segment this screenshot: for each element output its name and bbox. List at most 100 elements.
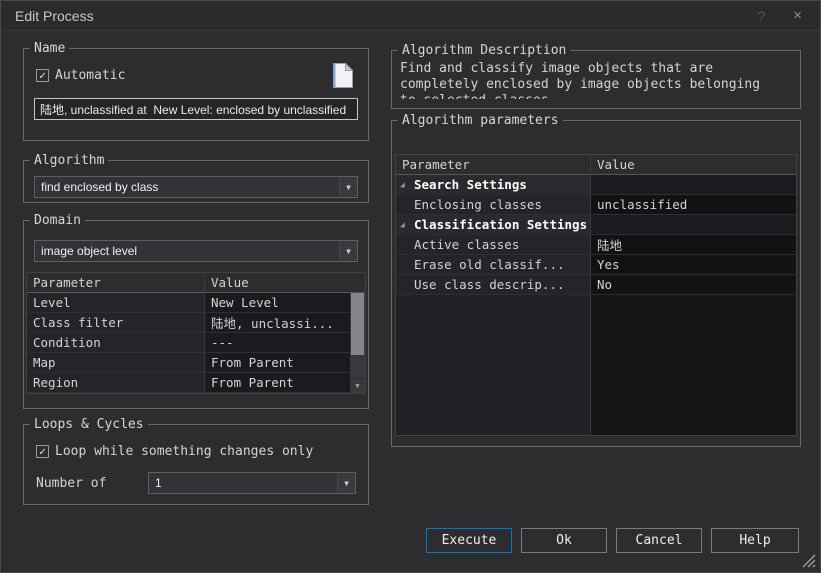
parameter-cell: Map xyxy=(27,353,205,373)
domain-table-body: Level New Level Class filter 陆地, unclass… xyxy=(27,293,365,393)
scroll-down-button[interactable]: ▼ xyxy=(350,378,365,393)
table-row[interactable]: Region From Parent xyxy=(27,373,350,393)
check-icon: ✓ xyxy=(39,70,46,81)
domain-group: Domain image object level ▼ Parameter Va… xyxy=(23,213,369,409)
algorithm-selected-value: find enclosed by class xyxy=(35,177,339,197)
group-header-label: Classification Settings xyxy=(414,217,587,232)
loop-label: Loop while something changes only xyxy=(55,444,313,459)
table-row[interactable]: Erase old classif... Yes xyxy=(396,255,796,275)
algorithm-parameters-group: Algorithm parameters Parameter Value ◢ S… xyxy=(391,113,801,447)
parameter-cell: Condition xyxy=(27,333,205,353)
column-header-parameter: Parameter xyxy=(396,155,591,175)
algorithm-group: Algorithm find enclosed by class ▼ xyxy=(23,153,369,203)
check-icon: ✓ xyxy=(39,446,46,457)
help-button[interactable]: Help xyxy=(711,528,799,553)
value-cell xyxy=(591,215,796,235)
value-cell: New Level xyxy=(205,293,350,313)
number-of-select[interactable]: 1 ▼ xyxy=(148,472,356,494)
value-cell: 陆地, unclassi... xyxy=(205,313,350,333)
value-cell: No xyxy=(591,275,796,295)
parameter-cell: Enclosing classes xyxy=(396,195,591,215)
parameters-group-label: Algorithm parameters xyxy=(398,113,563,128)
param-group-row[interactable]: ◢ Search Settings xyxy=(396,175,796,195)
resize-grip[interactable] xyxy=(802,554,816,568)
number-of-row: Number of 1 ▼ xyxy=(36,472,356,494)
expand-triangle-icon[interactable]: ◢ xyxy=(400,220,410,229)
table-row[interactable]: Enclosing classes unclassified xyxy=(396,195,796,215)
automatic-label: Automatic xyxy=(55,68,125,83)
checkbox-box: ✓ xyxy=(36,69,49,82)
domain-selected-value: image object level xyxy=(35,241,339,261)
name-row: ✓ Automatic xyxy=(36,62,358,89)
algorithm-description-group: Algorithm Description Find and classify … xyxy=(391,43,801,109)
name-group-label: Name xyxy=(30,41,69,56)
edit-process-dialog: Edit Process ? × Name ✓ Automatic Algori xyxy=(0,0,821,573)
parameter-cell: Region xyxy=(27,373,205,393)
parameter-cell: Level xyxy=(27,293,205,313)
algorithm-description-text: Find and classify image objects that are… xyxy=(400,61,776,99)
table-row[interactable]: Active classes 陆地 xyxy=(396,235,796,255)
chevron-down-icon: ▼ xyxy=(339,177,357,197)
column-header-parameter: Parameter xyxy=(27,273,205,293)
domain-group-label: Domain xyxy=(30,213,85,228)
table-row[interactable]: Use class descrip... No xyxy=(396,275,796,295)
parameters-table-empty-area xyxy=(396,295,796,435)
close-icon[interactable]: × xyxy=(793,7,802,24)
chevron-down-icon: ▼ xyxy=(339,241,357,261)
automatic-checkbox[interactable]: ✓ Automatic xyxy=(36,68,125,83)
loops-group: Loops & Cycles ✓ Loop while something ch… xyxy=(23,417,369,505)
parameters-table-header: Parameter Value xyxy=(396,155,796,175)
domain-table: Parameter Value Level New Level Class fi… xyxy=(26,272,366,394)
checkbox-box: ✓ xyxy=(36,445,49,458)
parameter-cell: Active classes xyxy=(396,235,591,255)
column-header-value: Value xyxy=(205,273,365,293)
value-cell: --- xyxy=(205,333,350,353)
cancel-button[interactable]: Cancel xyxy=(616,528,702,553)
domain-table-rows: Level New Level Class filter 陆地, unclass… xyxy=(27,293,350,393)
window-title: Edit Process xyxy=(15,8,94,24)
table-row[interactable]: Level New Level xyxy=(27,293,350,313)
group-header-cell: ◢ Classification Settings xyxy=(396,215,591,235)
empty-parameter-column xyxy=(396,295,591,435)
loops-group-label: Loops & Cycles xyxy=(30,417,148,432)
value-cell: From Parent xyxy=(205,373,350,393)
document-icon[interactable] xyxy=(332,62,354,89)
algorithm-group-label: Algorithm xyxy=(30,153,108,168)
process-name-input[interactable] xyxy=(34,98,358,120)
parameters-table: Parameter Value ◢ Search Settings Enclos… xyxy=(395,154,797,436)
empty-value-column xyxy=(591,295,796,435)
domain-select[interactable]: image object level ▼ xyxy=(34,240,358,262)
name-group: Name ✓ Automatic xyxy=(23,41,369,141)
execute-button[interactable]: Execute xyxy=(426,528,512,553)
param-group-row[interactable]: ◢ Classification Settings xyxy=(396,215,796,235)
group-header-cell: ◢ Search Settings xyxy=(396,175,591,195)
ok-button[interactable]: Ok xyxy=(521,528,607,553)
titlebar-buttons: ? × xyxy=(757,7,802,24)
algorithm-select[interactable]: find enclosed by class ▼ xyxy=(34,176,358,198)
parameter-cell: Use class descrip... xyxy=(396,275,591,295)
table-row[interactable]: Map From Parent xyxy=(27,353,350,373)
group-header-label: Search Settings xyxy=(414,177,527,192)
number-of-value: 1 xyxy=(149,473,337,493)
titlebar[interactable]: Edit Process ? × xyxy=(1,1,820,31)
chevron-down-icon: ▼ xyxy=(337,473,355,493)
value-cell xyxy=(591,175,796,195)
scrollbar-thumb[interactable] xyxy=(351,293,364,355)
parameter-cell: Erase old classif... xyxy=(396,255,591,275)
value-cell: From Parent xyxy=(205,353,350,373)
table-row[interactable]: Condition --- xyxy=(27,333,350,353)
vertical-scrollbar[interactable]: ▼ xyxy=(350,293,365,393)
value-cell: unclassified xyxy=(591,195,796,215)
table-row[interactable]: Class filter 陆地, unclassi... xyxy=(27,313,350,333)
expand-triangle-icon[interactable]: ◢ xyxy=(400,180,410,189)
description-group-label: Algorithm Description xyxy=(398,43,570,58)
parameter-cell: Class filter xyxy=(27,313,205,333)
button-row: Execute Ok Cancel Help xyxy=(426,528,799,553)
number-of-label: Number of xyxy=(36,476,148,491)
column-header-value: Value xyxy=(591,155,796,175)
value-cell: Yes xyxy=(591,255,796,275)
help-icon[interactable]: ? xyxy=(757,8,765,24)
scroll-down-icon: ▼ xyxy=(355,382,359,390)
loop-checkbox[interactable]: ✓ Loop while something changes only xyxy=(36,444,356,459)
value-cell: 陆地 xyxy=(591,235,796,255)
